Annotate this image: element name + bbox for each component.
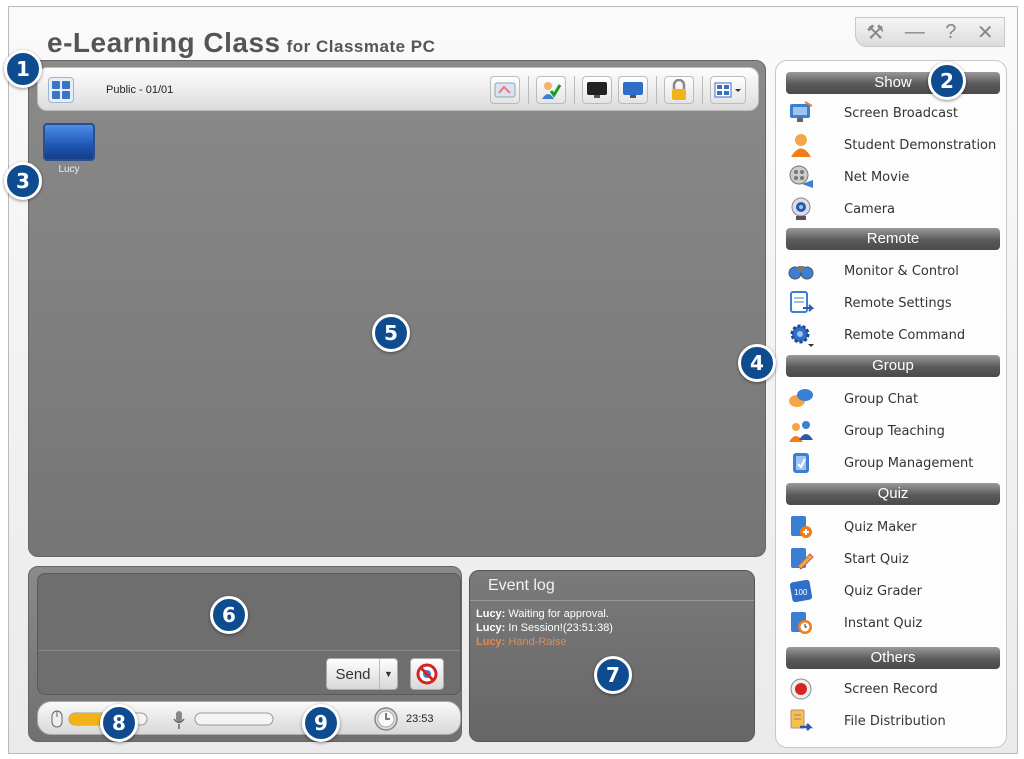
chat-message-area[interactable]: Send ▼ bbox=[37, 573, 461, 695]
svg-text:100: 100 bbox=[794, 588, 808, 597]
settings-doc-icon bbox=[788, 290, 814, 316]
app-title: e-Learning Class for Classmate PC bbox=[47, 27, 435, 59]
minimize-icon[interactable]: — bbox=[905, 21, 925, 44]
student-name: Lucy bbox=[58, 164, 80, 175]
callout-badge: 2 bbox=[928, 62, 966, 100]
sidebar-item-quiz-maker[interactable]: Quiz Maker bbox=[788, 513, 998, 541]
callout-badge: 1 bbox=[4, 50, 42, 88]
view-grid-icon[interactable] bbox=[48, 77, 74, 103]
student-screen[interactable] bbox=[43, 123, 95, 161]
event-entry: Lucy: Waiting for approval. bbox=[476, 608, 609, 620]
sidebar-item-group-teaching[interactable]: Group Teaching bbox=[788, 417, 998, 445]
student-area[interactable]: Public - 01/01 Lucy bbox=[28, 60, 766, 557]
send-button[interactable]: Send ▼ bbox=[326, 658, 398, 690]
camera-icon bbox=[788, 196, 814, 222]
callout-badge: 3 bbox=[4, 162, 42, 200]
section-header-show: Show bbox=[786, 72, 1000, 94]
sidebar-item-instant-quiz[interactable]: Instant Quiz bbox=[788, 609, 998, 637]
callout-badge: 7 bbox=[594, 656, 632, 694]
app-title-main: e-Learning Class bbox=[47, 27, 281, 58]
clock-time: 23:53 bbox=[406, 713, 434, 725]
sidebar-item-screen-broadcast[interactable]: Screen Broadcast bbox=[788, 99, 998, 127]
management-icon bbox=[788, 450, 814, 476]
quiz-maker-icon bbox=[788, 514, 814, 540]
help-icon[interactable]: ? bbox=[945, 21, 956, 44]
send-label: Send bbox=[335, 665, 371, 683]
tools-icon[interactable]: ⚒ bbox=[866, 20, 884, 45]
event-entry: Lucy: Hand-Raise bbox=[476, 636, 567, 648]
app-subtitle: for Classmate PC bbox=[286, 37, 436, 56]
sidebar-item-net-movie[interactable]: Net Movie bbox=[788, 163, 998, 191]
section-header-quiz: Quiz bbox=[786, 483, 1000, 505]
chat-divider bbox=[38, 650, 460, 651]
sidebar-item-quiz-grader[interactable]: 100 Quiz Grader bbox=[788, 577, 998, 605]
sidebar-item-group-management[interactable]: Group Management bbox=[788, 449, 998, 477]
black-screen-icon[interactable] bbox=[582, 76, 612, 104]
timer-doc-icon bbox=[788, 610, 814, 636]
chat-panel: Send ▼ 23:53 bbox=[28, 566, 462, 742]
gear-icon bbox=[788, 322, 814, 348]
mic-volume-slider[interactable] bbox=[194, 711, 276, 732]
chat-bubbles-icon bbox=[788, 386, 814, 412]
clock-icon bbox=[374, 707, 398, 736]
section-header-remote: Remote bbox=[786, 228, 1000, 250]
screen-icon[interactable] bbox=[490, 76, 520, 104]
sidebar-item-student-demonstration[interactable]: Student Demonstration bbox=[788, 131, 998, 159]
microphone-icon bbox=[172, 710, 186, 735]
callout-badge: 6 bbox=[210, 596, 248, 634]
sidebar-item-start-quiz[interactable]: Start Quiz bbox=[788, 545, 998, 573]
prohibit-icon bbox=[416, 663, 438, 685]
main-toolbar: Public - 01/01 bbox=[37, 67, 759, 111]
lock-icon[interactable] bbox=[664, 76, 694, 104]
function-panel: Show Screen Broadcast Student Demonstrat… bbox=[775, 60, 1007, 748]
callout-badge: 4 bbox=[738, 344, 776, 382]
broadcast-icon bbox=[788, 100, 814, 126]
sidebar-item-remote-command[interactable]: Remote Command bbox=[788, 321, 998, 349]
attendance-icon[interactable] bbox=[536, 76, 566, 104]
sidebar-item-screen-record[interactable]: Screen Record bbox=[788, 675, 998, 703]
event-log-title: Event log bbox=[488, 577, 555, 594]
pencil-doc-icon bbox=[788, 546, 814, 572]
record-icon bbox=[788, 676, 814, 702]
student-icon bbox=[788, 132, 814, 158]
event-log-entries: Lucy: Waiting for approval. Lucy: In Ses… bbox=[476, 607, 613, 649]
sidebar-item-remote-settings[interactable]: Remote Settings bbox=[788, 289, 998, 317]
file-send-icon bbox=[788, 708, 814, 734]
block-chat-button[interactable] bbox=[410, 658, 444, 690]
sidebar-item-camera[interactable]: Camera bbox=[788, 195, 998, 223]
section-header-group: Group bbox=[786, 355, 1000, 377]
group-icon bbox=[788, 418, 814, 444]
student-thumbnail[interactable]: Lucy bbox=[43, 123, 95, 175]
sidebar-item-group-chat[interactable]: Group Chat bbox=[788, 385, 998, 413]
callout-badge: 8 bbox=[100, 704, 138, 742]
callout-badge: 9 bbox=[302, 704, 340, 742]
grade-icon: 100 bbox=[788, 578, 814, 604]
film-reel-icon bbox=[788, 164, 814, 190]
callout-badge: 5 bbox=[372, 314, 410, 352]
close-icon[interactable]: ✕ bbox=[977, 20, 994, 45]
layout-menu-icon[interactable] bbox=[710, 76, 746, 104]
monitor-icon[interactable] bbox=[618, 76, 648, 104]
binoculars-icon bbox=[788, 258, 814, 284]
sidebar-item-monitor-control[interactable]: Monitor & Control bbox=[788, 257, 998, 285]
section-header-others: Others bbox=[786, 647, 1000, 669]
event-entry: Lucy: In Session!(23:51:38) bbox=[476, 622, 613, 634]
chevron-down-icon[interactable]: ▼ bbox=[379, 659, 397, 689]
class-label: Public - 01/01 bbox=[106, 84, 174, 96]
mouse-icon bbox=[50, 710, 64, 733]
window-controls: ⚒ — ? ✕ bbox=[855, 17, 1005, 47]
sidebar-item-file-distribution[interactable]: File Distribution bbox=[788, 707, 998, 735]
